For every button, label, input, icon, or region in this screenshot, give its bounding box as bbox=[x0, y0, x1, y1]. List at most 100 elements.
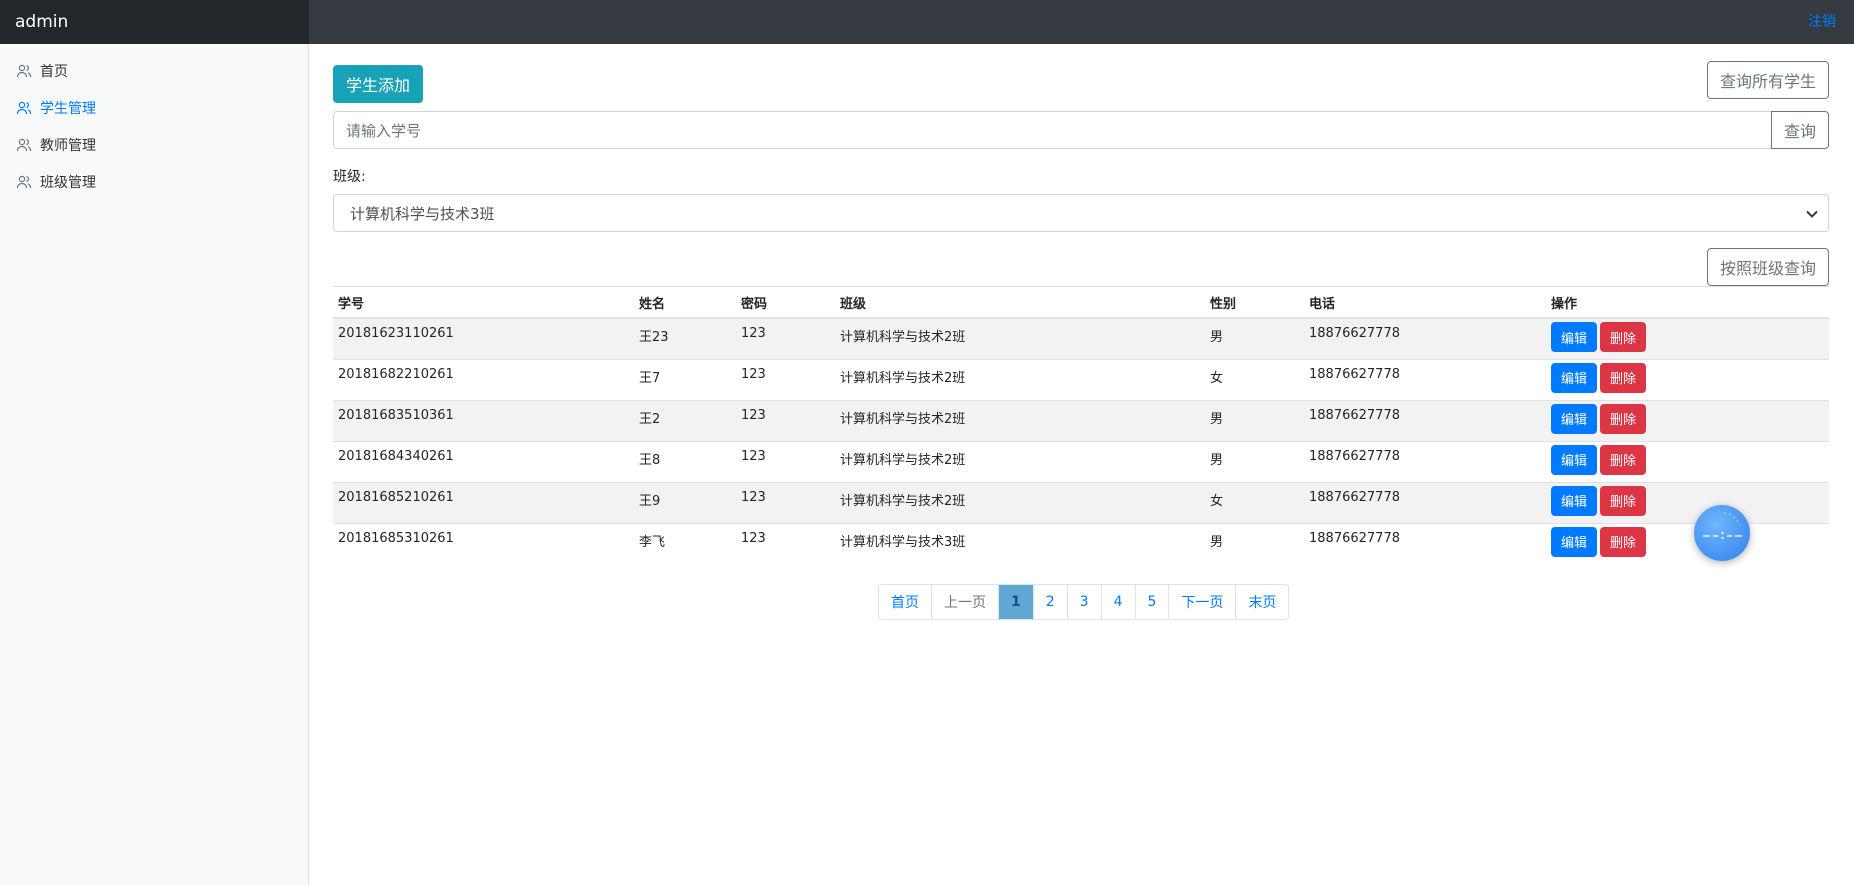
column-header: 学号 bbox=[333, 286, 634, 319]
column-header: 操作 bbox=[1546, 286, 1829, 319]
delete-button[interactable]: 删除 bbox=[1600, 526, 1647, 557]
floating-assistant-button[interactable] bbox=[1694, 505, 1750, 561]
cell-student-id: 20181685210261 bbox=[333, 481, 634, 523]
brand-title: admin bbox=[0, 0, 309, 44]
delete-button[interactable]: 删除 bbox=[1600, 322, 1647, 352]
sidebar-item-label: 教师管理 bbox=[40, 137, 96, 154]
cell-name: 王7 bbox=[634, 358, 736, 400]
table-row: 20181684340261 王8 123 计算机科学与技术2班 男 18876… bbox=[333, 440, 1829, 482]
cell-password: 123 bbox=[736, 317, 835, 359]
page-link-5[interactable]: 5 bbox=[1134, 585, 1169, 619]
query-all-students-button[interactable]: 查询所有学生 bbox=[1707, 61, 1829, 99]
page-next-link[interactable]: 下一页 bbox=[1168, 585, 1236, 619]
students-table: 学号 姓名 密码 班级 性别 电话 操作 20181623110261 王23 … bbox=[333, 286, 1829, 564]
cell-password: 123 bbox=[736, 358, 835, 400]
cell-class: 计算机科学与技术2班 bbox=[835, 317, 1205, 359]
delete-button[interactable]: 删除 bbox=[1600, 485, 1647, 516]
sidebar-item-home[interactable]: 首页 bbox=[0, 52, 308, 89]
cell-actions: 编辑 删除 bbox=[1546, 481, 1829, 523]
page-link-2[interactable]: 2 bbox=[1032, 585, 1067, 619]
cell-phone: 18876627778 bbox=[1304, 399, 1546, 441]
page-link-1[interactable]: 1 bbox=[998, 585, 1033, 619]
top-navbar: admin 注销 bbox=[0, 0, 1854, 44]
cell-phone: 18876627778 bbox=[1304, 522, 1546, 564]
cell-gender: 男 bbox=[1205, 522, 1304, 564]
delete-button[interactable]: 删除 bbox=[1600, 444, 1647, 475]
cell-password: 123 bbox=[736, 440, 835, 482]
sidebar-item-classes[interactable]: 班级管理 bbox=[0, 163, 308, 200]
sidebar-item-label: 学生管理 bbox=[40, 100, 96, 117]
table-row: 20181683510361 王2 123 计算机科学与技术2班 男 18876… bbox=[333, 399, 1829, 441]
edit-button[interactable]: 编辑 bbox=[1551, 485, 1598, 516]
cell-phone: 18876627778 bbox=[1304, 440, 1546, 482]
sidebar: 首页 学生管理 教师管理 班级管理 bbox=[0, 44, 309, 885]
table-row: 20181623110261 王23 123 计算机科学与技术2班 男 1887… bbox=[333, 317, 1829, 359]
users-icon bbox=[16, 101, 32, 114]
edit-button[interactable]: 编辑 bbox=[1551, 362, 1598, 393]
cell-gender: 女 bbox=[1205, 358, 1304, 400]
users-icon bbox=[16, 64, 32, 77]
cell-phone: 18876627778 bbox=[1304, 481, 1546, 523]
cell-name: 王23 bbox=[634, 317, 736, 359]
pagination: 首页 上一页 1 2 3 4 5 下一页 末页 bbox=[878, 584, 1290, 620]
cell-student-id: 20181685310261 bbox=[333, 522, 634, 564]
cell-student-id: 20181682210261 bbox=[333, 358, 634, 400]
page-link-4[interactable]: 4 bbox=[1100, 585, 1135, 619]
cell-student-id: 20181623110261 bbox=[333, 317, 634, 359]
cell-actions: 编辑 删除 bbox=[1546, 522, 1829, 564]
table-row: 20181685310261 李飞 123 计算机科学与技术3班 男 18876… bbox=[333, 522, 1829, 564]
cell-gender: 男 bbox=[1205, 317, 1304, 359]
cell-gender: 男 bbox=[1205, 440, 1304, 482]
edit-button[interactable]: 编辑 bbox=[1551, 444, 1598, 475]
class-select-value: 计算机科学与技术3班 bbox=[350, 204, 495, 223]
search-group: 请输入学号 查询 bbox=[333, 111, 1829, 149]
column-header: 班级 bbox=[835, 286, 1205, 319]
search-button[interactable]: 查询 bbox=[1771, 111, 1829, 149]
sidebar-item-students[interactable]: 学生管理 bbox=[0, 89, 308, 126]
table-row: 20181682210261 王7 123 计算机科学与技术2班 女 18876… bbox=[333, 358, 1829, 400]
page-last-link[interactable]: 末页 bbox=[1235, 585, 1289, 619]
delete-button[interactable]: 删除 bbox=[1600, 362, 1647, 393]
column-header: 密码 bbox=[736, 286, 835, 319]
page-link-3[interactable]: 3 bbox=[1066, 585, 1101, 619]
cell-name: 王2 bbox=[634, 399, 736, 441]
class-label: 班级: bbox=[333, 169, 366, 185]
cell-name: 王8 bbox=[634, 440, 736, 482]
page-first-link[interactable]: 首页 bbox=[879, 585, 931, 619]
column-header: 姓名 bbox=[634, 286, 736, 319]
column-header: 电话 bbox=[1304, 286, 1546, 319]
users-icon bbox=[16, 175, 32, 188]
edit-button[interactable]: 编辑 bbox=[1551, 526, 1598, 557]
cell-actions: 编辑 删除 bbox=[1546, 440, 1829, 482]
logout-link[interactable]: 注销 bbox=[1808, 0, 1836, 44]
sidebar-item-teachers[interactable]: 教师管理 bbox=[0, 126, 308, 163]
cell-phone: 18876627778 bbox=[1304, 317, 1546, 359]
edit-button[interactable]: 编辑 bbox=[1551, 403, 1598, 434]
sidebar-item-label: 班级管理 bbox=[40, 174, 96, 191]
table-row: 20181685210261 王9 123 计算机科学与技术2班 女 18876… bbox=[333, 481, 1829, 523]
student-id-search-input[interactable]: 请输入学号 bbox=[333, 111, 1772, 149]
cell-password: 123 bbox=[736, 399, 835, 441]
column-header: 性别 bbox=[1205, 286, 1304, 319]
cell-actions: 编辑 删除 bbox=[1546, 399, 1829, 441]
cell-student-id: 20181684340261 bbox=[333, 440, 634, 482]
delete-button[interactable]: 删除 bbox=[1600, 403, 1647, 434]
cell-student-id: 20181683510361 bbox=[333, 399, 634, 441]
floating-ball-icon bbox=[1703, 512, 1742, 540]
cell-name: 李飞 bbox=[634, 522, 736, 564]
cell-class: 计算机科学与技术2班 bbox=[835, 440, 1205, 482]
cell-gender: 女 bbox=[1205, 481, 1304, 523]
cell-phone: 18876627778 bbox=[1304, 358, 1546, 400]
edit-button[interactable]: 编辑 bbox=[1551, 322, 1598, 352]
add-student-button[interactable]: 学生添加 bbox=[333, 65, 423, 103]
users-icon bbox=[16, 138, 32, 151]
sidebar-item-label: 首页 bbox=[40, 63, 68, 80]
class-select[interactable]: 计算机科学与技术3班 bbox=[333, 194, 1829, 232]
query-by-class-button[interactable]: 按照班级查询 bbox=[1707, 248, 1829, 286]
cell-name: 王9 bbox=[634, 481, 736, 523]
cell-class: 计算机科学与技术2班 bbox=[835, 481, 1205, 523]
page-prev-link[interactable]: 上一页 bbox=[931, 585, 998, 619]
cell-class: 计算机科学与技术2班 bbox=[835, 399, 1205, 441]
cell-password: 123 bbox=[736, 522, 835, 564]
chevron-down-icon bbox=[1806, 210, 1818, 218]
